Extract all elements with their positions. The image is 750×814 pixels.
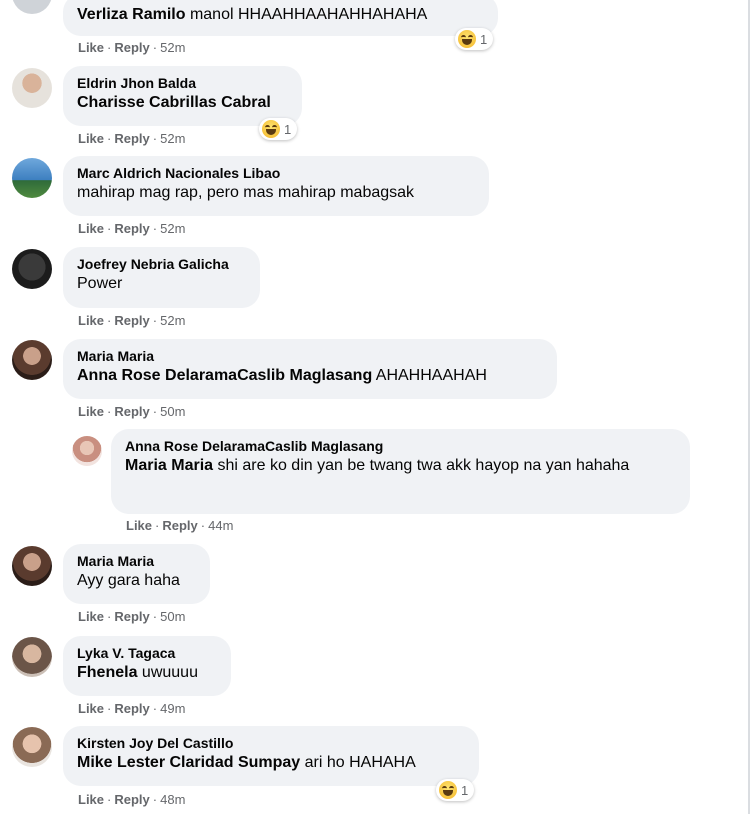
- comment-timestamp[interactable]: 50m: [160, 404, 185, 419]
- comment-author[interactable]: Joefrey Nebria Galicha: [77, 255, 246, 273]
- comment-bubble: Lyka V. Tagaca Fhenela uwuuuu: [63, 636, 231, 696]
- comment-actions: Like · Reply · 52m: [78, 221, 186, 236]
- comment-timestamp[interactable]: 48m: [160, 792, 185, 807]
- comment-bubble: Maria Maria Ayy gara haha: [63, 544, 210, 604]
- reaction-badge[interactable]: 1: [436, 779, 475, 801]
- comment-bubble: Maria Maria Anna Rose DelaramaCaslib Mag…: [63, 339, 557, 399]
- comment-bubble: Verliza Ramilo manol HHAAHHAAHAHHAHAHA: [63, 0, 498, 36]
- reply-button[interactable]: Reply: [162, 518, 197, 533]
- comment-text: shi are ko din yan be twang twa akk hayo…: [213, 457, 630, 474]
- like-button[interactable]: Like: [78, 40, 104, 55]
- comment-actions: Like · Reply · 52m: [78, 313, 186, 328]
- comment-author[interactable]: Eldrin Jhon Balda: [77, 74, 288, 92]
- like-button[interactable]: Like: [78, 404, 104, 419]
- reply-button[interactable]: Reply: [114, 313, 149, 328]
- reaction-count: 1: [284, 121, 292, 137]
- reply-button[interactable]: Reply: [114, 221, 149, 236]
- comment-actions: Like · Reply · 50m: [78, 609, 186, 624]
- comment-timestamp[interactable]: 52m: [160, 313, 185, 328]
- like-button[interactable]: Like: [126, 518, 152, 533]
- like-button[interactable]: Like: [78, 701, 104, 716]
- reply-button[interactable]: Reply: [114, 40, 149, 55]
- avatar[interactable]: [12, 727, 52, 767]
- reply-bubble: Anna Rose DelaramaCaslib Maglasang Maria…: [111, 429, 690, 514]
- comment-actions: Like · Reply · 49m: [78, 701, 186, 716]
- reply-button[interactable]: Reply: [114, 701, 149, 716]
- comment-text: Ayy gara haha: [77, 572, 180, 589]
- comment-author[interactable]: Kirsten Joy Del Castillo: [77, 734, 465, 752]
- avatar[interactable]: [12, 249, 52, 289]
- comment-actions: Like · Reply · 50m: [78, 404, 186, 419]
- comment-author[interactable]: Verliza Ramilo: [77, 6, 186, 23]
- haha-emoji-icon: [439, 781, 457, 799]
- avatar[interactable]: [12, 0, 52, 14]
- comment-text: mahirap mag rap, pero mas mahirap mabags…: [77, 184, 415, 201]
- comment-timestamp[interactable]: 52m: [160, 40, 185, 55]
- reaction-badge[interactable]: 1: [259, 118, 298, 140]
- reaction-count: 1: [480, 31, 488, 47]
- avatar[interactable]: [12, 637, 52, 677]
- comment-mention[interactable]: Fhenela: [77, 664, 137, 681]
- like-button[interactable]: Like: [78, 792, 104, 807]
- comment-text: uwuuuu: [137, 664, 198, 681]
- reply-button[interactable]: Reply: [114, 792, 149, 807]
- comment-mention[interactable]: Anna Rose DelaramaCaslib Maglasang: [77, 367, 372, 384]
- comment-author[interactable]: Lyka V. Tagaca: [77, 644, 217, 662]
- avatar[interactable]: [12, 546, 52, 586]
- comment-bubble: Eldrin Jhon Balda Charisse Cabrillas Cab…: [63, 66, 302, 126]
- avatar[interactable]: [12, 340, 52, 380]
- haha-emoji-icon: [262, 120, 280, 138]
- like-button[interactable]: Like: [78, 313, 104, 328]
- comment-actions: Like · Reply · 52m: [78, 40, 186, 55]
- avatar[interactable]: [12, 68, 52, 108]
- comment-text: ari ho HAHAHA: [300, 754, 416, 771]
- avatar[interactable]: [72, 436, 102, 466]
- reaction-count: 1: [461, 782, 469, 798]
- reply-button[interactable]: Reply: [114, 404, 149, 419]
- comment-timestamp[interactable]: 52m: [160, 131, 185, 146]
- reply-button[interactable]: Reply: [114, 609, 149, 624]
- like-button[interactable]: Like: [78, 609, 104, 624]
- comment-timestamp[interactable]: 49m: [160, 701, 185, 716]
- comment-timestamp[interactable]: 52m: [160, 221, 185, 236]
- comment-actions: Like · Reply · 48m: [78, 792, 186, 807]
- comment-bubble: Marc Aldrich Nacionales Libao mahirap ma…: [63, 156, 489, 216]
- like-button[interactable]: Like: [78, 131, 104, 146]
- comment-bubble: Joefrey Nebria Galicha Power: [63, 247, 260, 308]
- reply-button[interactable]: Reply: [114, 131, 149, 146]
- reaction-badge[interactable]: 1: [455, 28, 494, 50]
- comment-text: manol HHAAHHAAHAHHAHAHA: [189, 6, 428, 23]
- comment-text: Power: [77, 275, 123, 292]
- comment-bubble: Kirsten Joy Del Castillo Mike Lester Cla…: [63, 726, 479, 786]
- avatar[interactable]: [12, 158, 52, 198]
- comment-author[interactable]: Marc Aldrich Nacionales Libao: [77, 164, 475, 182]
- comment-timestamp[interactable]: 50m: [160, 609, 185, 624]
- comment-author[interactable]: Maria Maria: [77, 552, 196, 570]
- haha-emoji-icon: [458, 30, 476, 48]
- comment-mention[interactable]: Maria Maria: [125, 457, 213, 474]
- comment-mention[interactable]: Charisse Cabrillas Cabral: [77, 94, 271, 111]
- comment-mention[interactable]: Mike Lester Claridad Sumpay: [77, 754, 300, 771]
- comment-actions: Like · Reply · 44m: [126, 518, 234, 533]
- comment-actions: Like · Reply · 52m: [78, 131, 186, 146]
- like-button[interactable]: Like: [78, 221, 104, 236]
- comment-timestamp[interactable]: 44m: [208, 518, 233, 533]
- comment-text: AHAHHAAHAH: [372, 367, 487, 384]
- comment-author[interactable]: Maria Maria: [77, 347, 543, 365]
- comment-author[interactable]: Anna Rose DelaramaCaslib Maglasang: [125, 437, 676, 455]
